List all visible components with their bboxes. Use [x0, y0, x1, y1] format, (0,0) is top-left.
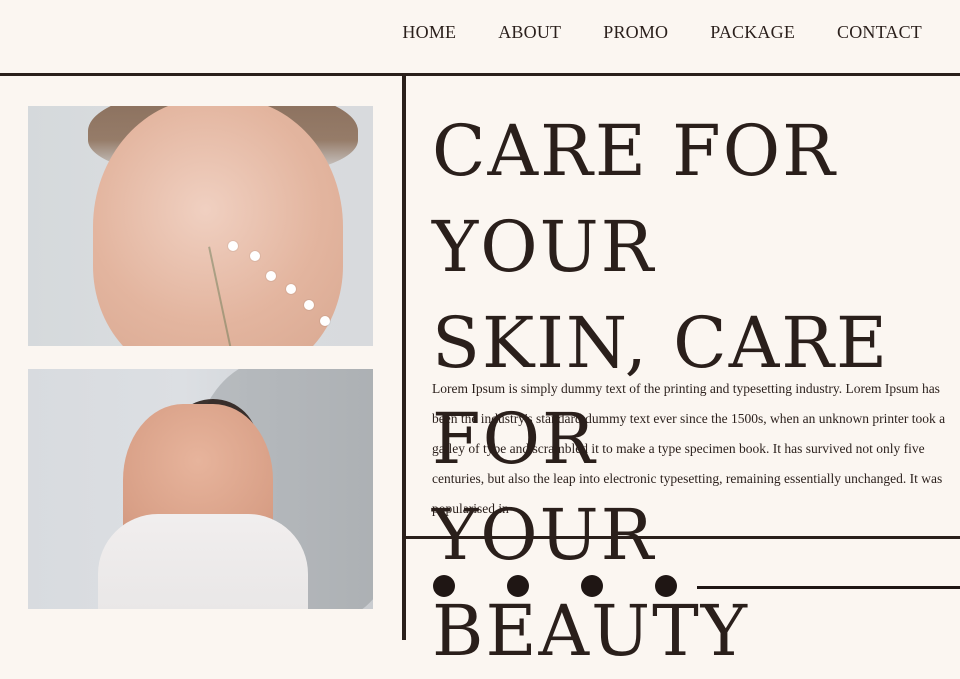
flower-dot-icon — [304, 300, 314, 310]
center-divider — [402, 76, 406, 640]
hero-photo-woman-touching-face — [28, 369, 373, 609]
flower-dot-icon — [228, 241, 238, 251]
pagination-dot-3[interactable] — [581, 575, 603, 597]
nav-item-home[interactable]: HOME — [402, 20, 456, 45]
pagination-dot-2[interactable] — [507, 575, 529, 597]
pagination-line — [697, 586, 960, 589]
top-divider — [0, 73, 960, 76]
flower-dot-icon — [250, 251, 260, 261]
hero-photo-woman-with-flowers — [28, 106, 373, 346]
flower-dot-icon — [286, 284, 296, 294]
pagination-dot-1[interactable] — [433, 575, 455, 597]
flower-dot-icon — [320, 316, 330, 326]
nav-item-contact[interactable]: CONTACT — [837, 20, 922, 45]
nav-item-promo[interactable]: PROMO — [603, 20, 668, 45]
nav-item-package[interactable]: PACKAGE — [710, 20, 795, 45]
clothing-shape — [98, 514, 308, 609]
body-text: Lorem Ipsum is simply dummy text of the … — [432, 381, 946, 516]
pagination-dot-4[interactable] — [655, 575, 677, 597]
top-navigation: HOME ABOUT PROMO PACKAGE CONTACT — [402, 20, 922, 45]
pagination-dots — [433, 575, 677, 597]
nav-item-about[interactable]: ABOUT — [498, 20, 561, 45]
flower-dot-icon — [266, 271, 276, 281]
